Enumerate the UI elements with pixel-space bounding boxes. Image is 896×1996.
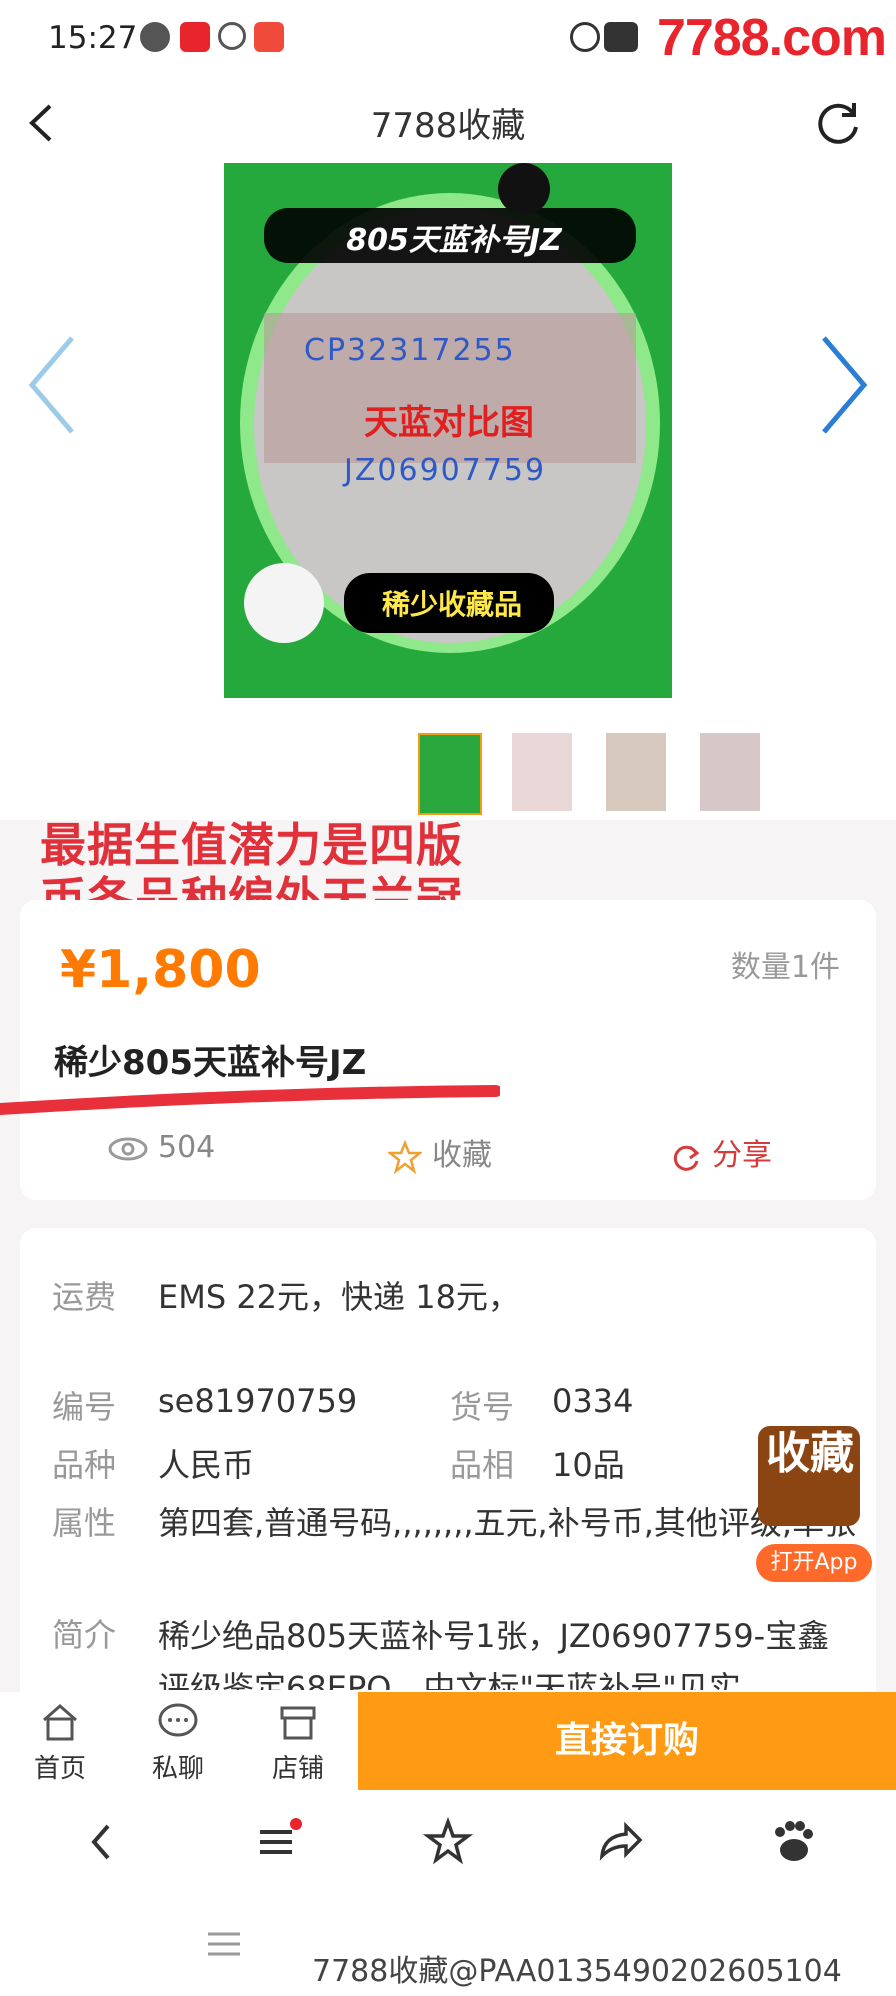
shop-label: 店铺 [271, 1754, 324, 1784]
shop-icon [280, 1706, 316, 1740]
shipping-fee-label: 运费 [52, 1278, 117, 1316]
eye-icon [108, 1137, 148, 1160]
alarm-icon [570, 22, 600, 52]
image-caption-bottom: 稀少收藏品 [381, 588, 522, 621]
share-icon [673, 1145, 700, 1171]
thumbnail-3[interactable] [606, 733, 666, 811]
views-value: 504 [158, 1130, 216, 1165]
condition-value: 10品 [552, 1446, 625, 1484]
star-icon [388, 1139, 422, 1174]
serial-number-value: se81970759 [158, 1382, 358, 1420]
bookmark-star-icon[interactable] [418, 1812, 478, 1872]
category-label: 品种 [52, 1446, 117, 1484]
chat-button[interactable]: 私聊 [128, 1700, 228, 1785]
chat-notification-icon [140, 22, 170, 52]
home-icon [43, 1704, 77, 1741]
chat-bubble-icon [158, 1703, 198, 1737]
favorite-button[interactable]: 收藏 [388, 1130, 492, 1174]
shipping-fee-value: EMS 22元，快递 18元， [158, 1278, 520, 1316]
condition-label: 品相 [450, 1446, 515, 1484]
browser-back-icon[interactable] [72, 1812, 132, 1872]
thumbnail-1[interactable] [418, 733, 482, 815]
news-notification-icon [254, 22, 284, 52]
description-value: 稀少绝品805天蓝补号1张，JZ06907759-宝鑫评级鉴定68EPQ，中文标… [158, 1617, 830, 1690]
app-logo-text: 收藏 [766, 1428, 854, 1479]
item-number-label: 货号 [450, 1388, 515, 1426]
baidu-paw-icon[interactable] [762, 1812, 822, 1872]
category-value: 人民币 [158, 1446, 255, 1484]
hd-signal-icon [604, 22, 638, 52]
system-menu-icon[interactable] [204, 1924, 244, 1964]
brand-watermark: 7788.com [656, 9, 887, 67]
refresh-icon[interactable] [810, 95, 866, 151]
chat-label: 私聊 [151, 1754, 204, 1784]
item-number-value: 0334 [552, 1382, 634, 1420]
share-label: 分享 [712, 1138, 772, 1173]
shop-button[interactable]: 店铺 [248, 1700, 348, 1785]
menu-icon[interactable] [246, 1812, 306, 1872]
serial-number-label: 编号 [52, 1388, 117, 1426]
footer-watermark: 7788收藏@PAA0135490202605104 [312, 1954, 842, 1989]
status-time: 15:27 [48, 20, 138, 56]
views-count: 504 [108, 1130, 215, 1165]
image-caption-top: 805天蓝补号JZ [346, 223, 562, 258]
favorite-label: 收藏 [432, 1138, 492, 1173]
thumbnail-2[interactable] [512, 733, 572, 811]
page-title: 7788收藏 [370, 106, 526, 146]
promo-line-1: 最据生值潜力是四版 [40, 818, 463, 872]
image-serial-top: CP32317255 [304, 333, 516, 368]
home-button[interactable]: 首页 [10, 1700, 110, 1785]
open-app-button[interactable]: 打开App [756, 1544, 872, 1582]
product-main-image[interactable]: 805天蓝补号JZ CP32317255 天蓝对比图 JZ06907759 稀少… [224, 163, 672, 698]
quantity: 数量1件 [730, 950, 840, 985]
attributes-label: 属性 [52, 1504, 117, 1542]
image-center-text: 天蓝对比图 [364, 403, 534, 443]
red-underline-mark [0, 1085, 500, 1115]
attributes-value: 第四套,普通号码,,,,,,,,五元,补号币,其他评级,单张 [158, 1504, 857, 1542]
description-label: 简介 [52, 1616, 117, 1654]
next-image-icon[interactable] [814, 330, 874, 440]
search-notification-icon [218, 22, 246, 50]
share-button[interactable]: 分享 [670, 1130, 772, 1174]
image-serial-bottom: JZ06907759 [344, 453, 547, 488]
buy-now-button[interactable]: 直接订购 [358, 1692, 896, 1790]
product-title: 稀少805天蓝补号JZ [54, 1043, 367, 1083]
app-notification-icon [180, 22, 210, 52]
home-label: 首页 [33, 1754, 86, 1784]
previous-image-icon[interactable] [22, 330, 82, 440]
price: ¥1,800 [60, 940, 261, 1000]
browser-share-icon[interactable] [590, 1812, 650, 1872]
thumbnail-4[interactable] [700, 733, 760, 811]
